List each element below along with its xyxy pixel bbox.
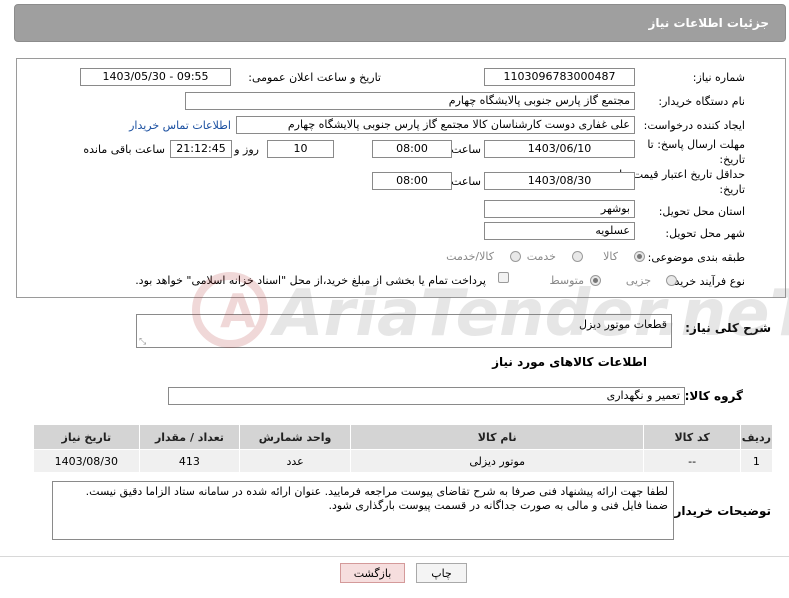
buyer-org-label: نام دستگاه خریدار: bbox=[658, 95, 745, 108]
validity-time-label: ساعت bbox=[451, 175, 481, 188]
description-field: قطعات موتور دیزل ⤡ bbox=[136, 314, 672, 348]
validity-time-field: 08:00 bbox=[372, 172, 452, 190]
footer-divider bbox=[0, 556, 789, 557]
goods-table: ردیف کد کالا نام کالا واحد شمارش تعداد /… bbox=[33, 424, 774, 473]
category-both-radio[interactable] bbox=[510, 251, 521, 262]
creator-label: ایجاد کننده درخواست: bbox=[643, 119, 745, 132]
creator-field: علی غفاری دوست کارشناسان کالا مجتمع گاز … bbox=[236, 116, 635, 134]
col-date: تاریخ نیاز bbox=[33, 424, 140, 450]
deadline-label: مهلت ارسال پاسخ: تا تاریخ: bbox=[647, 138, 745, 166]
cell-row: 1 bbox=[739, 449, 774, 473]
cell-qty: 413 bbox=[138, 449, 241, 473]
buyer-contact-link[interactable]: اطلاعات تماس خریدار bbox=[129, 119, 231, 132]
category-both-label: کالا/خدمت bbox=[446, 250, 494, 263]
deadline-time-field: 08:00 bbox=[372, 140, 452, 158]
col-row: ردیف bbox=[739, 424, 774, 450]
col-code: کد کالا bbox=[643, 424, 741, 450]
cell-name: موتور دیزلی bbox=[349, 449, 645, 473]
need-number-label: شماره نیاز: bbox=[692, 71, 745, 84]
buyer-notes-line2: ضمنا فایل فنی و مالی به صورت جداگانه در … bbox=[328, 499, 668, 512]
process-medium-label: متوسط bbox=[549, 274, 584, 287]
validity-date-field: 1403/08/30 bbox=[484, 172, 635, 190]
buyer-notes-field: لطفا جهت ارائه پیشنهاد فنی صرفا به شرح ت… bbox=[52, 481, 674, 540]
treasury-payment-checkbox[interactable] bbox=[498, 272, 509, 283]
process-medium-radio[interactable] bbox=[590, 275, 601, 286]
treasury-payment-note: پرداخت تمام یا بخشی از مبلغ خرید،از محل … bbox=[135, 274, 486, 287]
remaining-time-field: 21:12:45 bbox=[170, 140, 232, 158]
description-text: قطعات موتور دیزل bbox=[579, 318, 667, 331]
process-label: نوع فرآیند خرید : bbox=[667, 275, 745, 288]
col-unit: واحد شمارش bbox=[239, 424, 351, 450]
resize-grip-icon[interactable]: ⤡ bbox=[139, 337, 146, 347]
need-number-field: 1103096783000487 bbox=[484, 68, 635, 86]
announce-field: 1403/05/30 - 09:55 bbox=[80, 68, 231, 86]
announce-label: تاریخ و ساعت اعلان عمومی: bbox=[248, 71, 381, 84]
process-minor-label: جزیی bbox=[625, 274, 651, 287]
days-label: روز و bbox=[234, 143, 259, 156]
deadline-time-label: ساعت bbox=[451, 143, 481, 156]
cell-date: 1403/08/30 bbox=[33, 449, 140, 473]
cell-unit: عدد bbox=[239, 449, 351, 473]
col-name: نام کالا bbox=[349, 424, 645, 450]
province-label: استان محل تحویل: bbox=[658, 205, 745, 218]
category-service-label: خدمت bbox=[526, 250, 556, 263]
days-field: 10 bbox=[267, 140, 334, 158]
table-row: 1 -- موتور دیزلی عدد 413 1403/08/30 bbox=[33, 449, 774, 473]
cell-code: -- bbox=[643, 449, 741, 473]
page-title: جزئیات اطلاعات نیاز bbox=[648, 16, 769, 30]
goods-table-header: ردیف کد کالا نام کالا واحد شمارش تعداد /… bbox=[33, 424, 774, 450]
buyer-notes-line1: لطفا جهت ارائه پیشنهاد فنی صرفا به شرح ت… bbox=[85, 485, 668, 498]
process-minor-radio[interactable] bbox=[666, 275, 677, 286]
page-header: جزئیات اطلاعات نیاز bbox=[14, 4, 786, 42]
remaining-label: ساعت باقی مانده bbox=[83, 143, 165, 156]
goods-section-title: اطلاعات کالاهای مورد نیاز bbox=[492, 355, 647, 369]
category-goods-label: کالا bbox=[603, 250, 618, 263]
description-label: شرح کلی نیاز: bbox=[685, 321, 771, 335]
buyer-org-field: مجتمع گاز پارس جنوبی پالایشگاه چهارم bbox=[185, 92, 635, 110]
category-service-radio[interactable] bbox=[572, 251, 583, 262]
category-goods-radio[interactable] bbox=[634, 251, 645, 262]
back-button[interactable]: بازگشت bbox=[340, 563, 405, 583]
buyer-notes-label: توضیحات خریدار: bbox=[669, 504, 771, 518]
goods-group-field: تعمیر و نگهداری bbox=[168, 387, 685, 405]
col-qty: تعداد / مقدار bbox=[138, 424, 241, 450]
category-label: طبقه بندی موضوعی: bbox=[647, 251, 745, 264]
deadline-date-field: 1403/06/10 bbox=[484, 140, 635, 158]
city-label: شهر محل تحویل: bbox=[665, 227, 745, 240]
province-field: بوشهر bbox=[484, 200, 635, 218]
print-button[interactable]: چاپ bbox=[416, 563, 467, 583]
city-field: عسلویه bbox=[484, 222, 635, 240]
goods-group-label: گروه کالا: bbox=[684, 389, 743, 403]
